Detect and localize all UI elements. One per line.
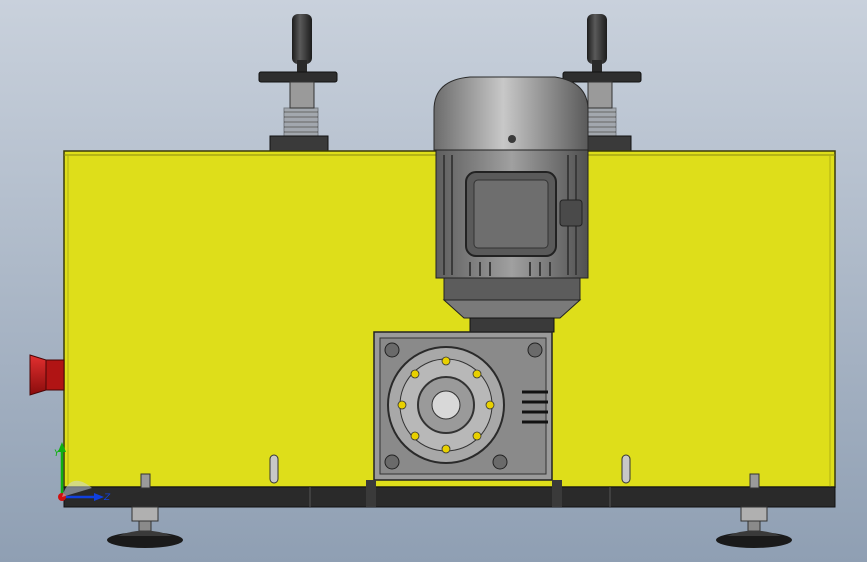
bolt-left <box>140 473 151 489</box>
electric-motor[interactable] <box>433 76 589 333</box>
lifting-eye-right <box>621 454 631 484</box>
triad-z-label: Z <box>103 493 111 503</box>
emergency-stop-button[interactable] <box>29 354 65 396</box>
worm-gearbox[interactable] <box>373 331 553 481</box>
bolt-right <box>749 473 760 489</box>
cable-gland <box>559 199 583 227</box>
lifting-eye-left <box>269 454 279 484</box>
motor-center-bolt <box>508 135 516 143</box>
cad-viewport[interactable]: Y Z <box>0 0 867 562</box>
handwheel-left-grip <box>292 14 312 64</box>
handwheel-right-grip <box>587 14 607 64</box>
cad-scene: Y Z <box>0 0 867 562</box>
